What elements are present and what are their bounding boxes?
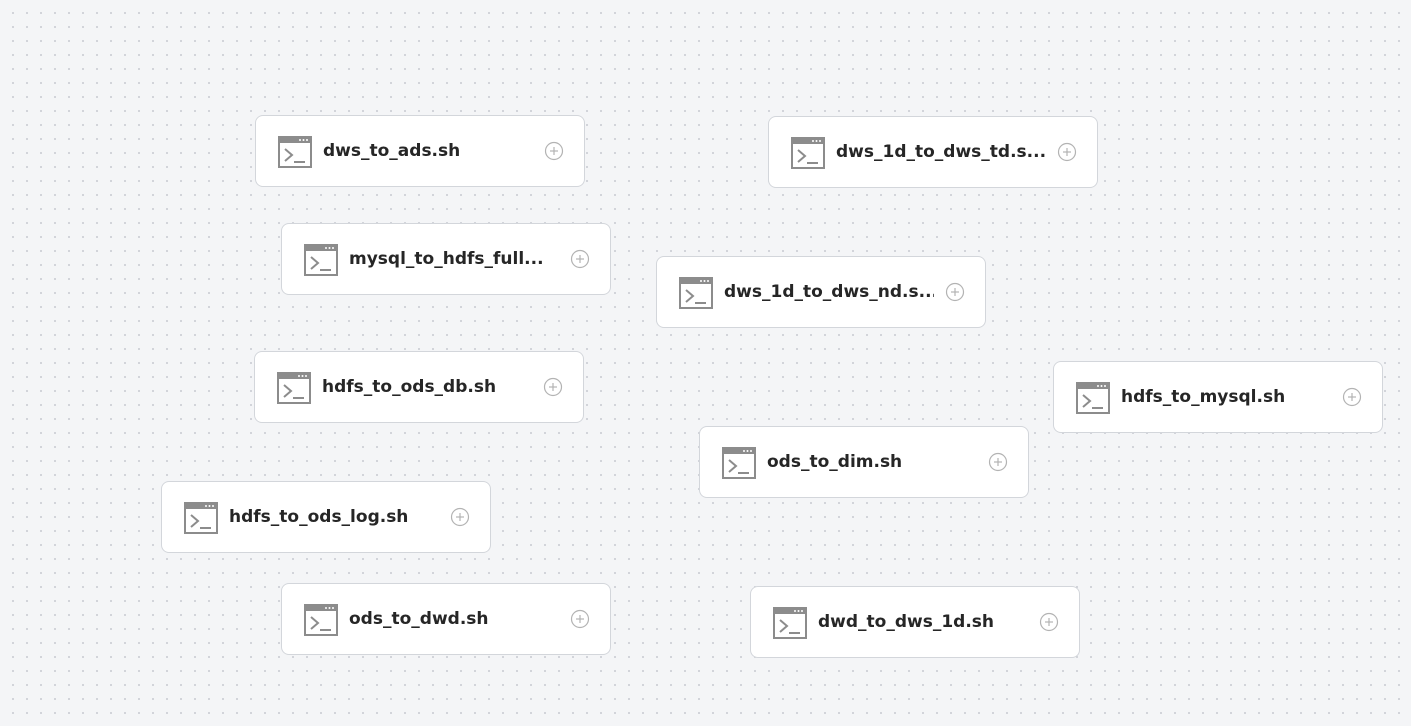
add-circle-icon[interactable] [570,249,590,269]
workflow-canvas[interactable]: dws_to_ads.sh dws_1d_to_dws_td.s... mysq… [0,0,1411,726]
task-node-label: hdfs_to_ods_db.sh [322,377,497,397]
add-circle-icon[interactable] [543,377,563,397]
terminal-icon [184,502,218,534]
terminal-icon [791,137,825,169]
task-node-label: ods_to_dwd.sh [349,609,489,629]
task-node-label: mysql_to_hdfs_full... [349,249,544,269]
terminal-icon [304,604,338,636]
task-node-mysql-to-hdfs-full[interactable]: mysql_to_hdfs_full... [281,223,611,295]
add-circle-icon[interactable] [544,141,564,161]
task-node-label: dws_1d_to_dws_nd.s... [724,282,934,302]
task-node-dwd-to-dws-1d[interactable]: dwd_to_dws_1d.sh [750,586,1080,658]
task-node-label: dws_1d_to_dws_td.s... [836,142,1046,162]
terminal-icon [304,244,338,276]
terminal-icon [278,136,312,168]
add-circle-icon[interactable] [1057,142,1077,162]
task-node-ods-to-dwd[interactable]: ods_to_dwd.sh [281,583,611,655]
task-node-dws-1d-to-dws-td[interactable]: dws_1d_to_dws_td.s... [768,116,1098,188]
add-circle-icon[interactable] [570,609,590,629]
add-circle-icon[interactable] [1342,387,1362,407]
terminal-icon [773,607,807,639]
task-node-dws-to-ads[interactable]: dws_to_ads.sh [255,115,585,187]
task-node-hdfs-to-ods-log[interactable]: hdfs_to_ods_log.sh [161,481,491,553]
task-node-label: dws_to_ads.sh [323,141,461,161]
task-node-label: hdfs_to_mysql.sh [1121,387,1286,407]
task-node-ods-to-dim[interactable]: ods_to_dim.sh [699,426,1029,498]
terminal-icon [277,372,311,404]
task-node-label: hdfs_to_ods_log.sh [229,507,409,527]
task-node-label: ods_to_dim.sh [767,452,903,472]
task-node-hdfs-to-mysql[interactable]: hdfs_to_mysql.sh [1053,361,1383,433]
task-node-label: dwd_to_dws_1d.sh [818,612,995,632]
add-circle-icon[interactable] [945,282,965,302]
add-circle-icon[interactable] [1039,612,1059,632]
terminal-icon [722,447,756,479]
terminal-icon [1076,382,1110,414]
task-node-dws-1d-to-dws-nd[interactable]: dws_1d_to_dws_nd.s... [656,256,986,328]
terminal-icon [679,277,713,309]
task-node-hdfs-to-ods-db[interactable]: hdfs_to_ods_db.sh [254,351,584,423]
add-circle-icon[interactable] [450,507,470,527]
add-circle-icon[interactable] [988,452,1008,472]
